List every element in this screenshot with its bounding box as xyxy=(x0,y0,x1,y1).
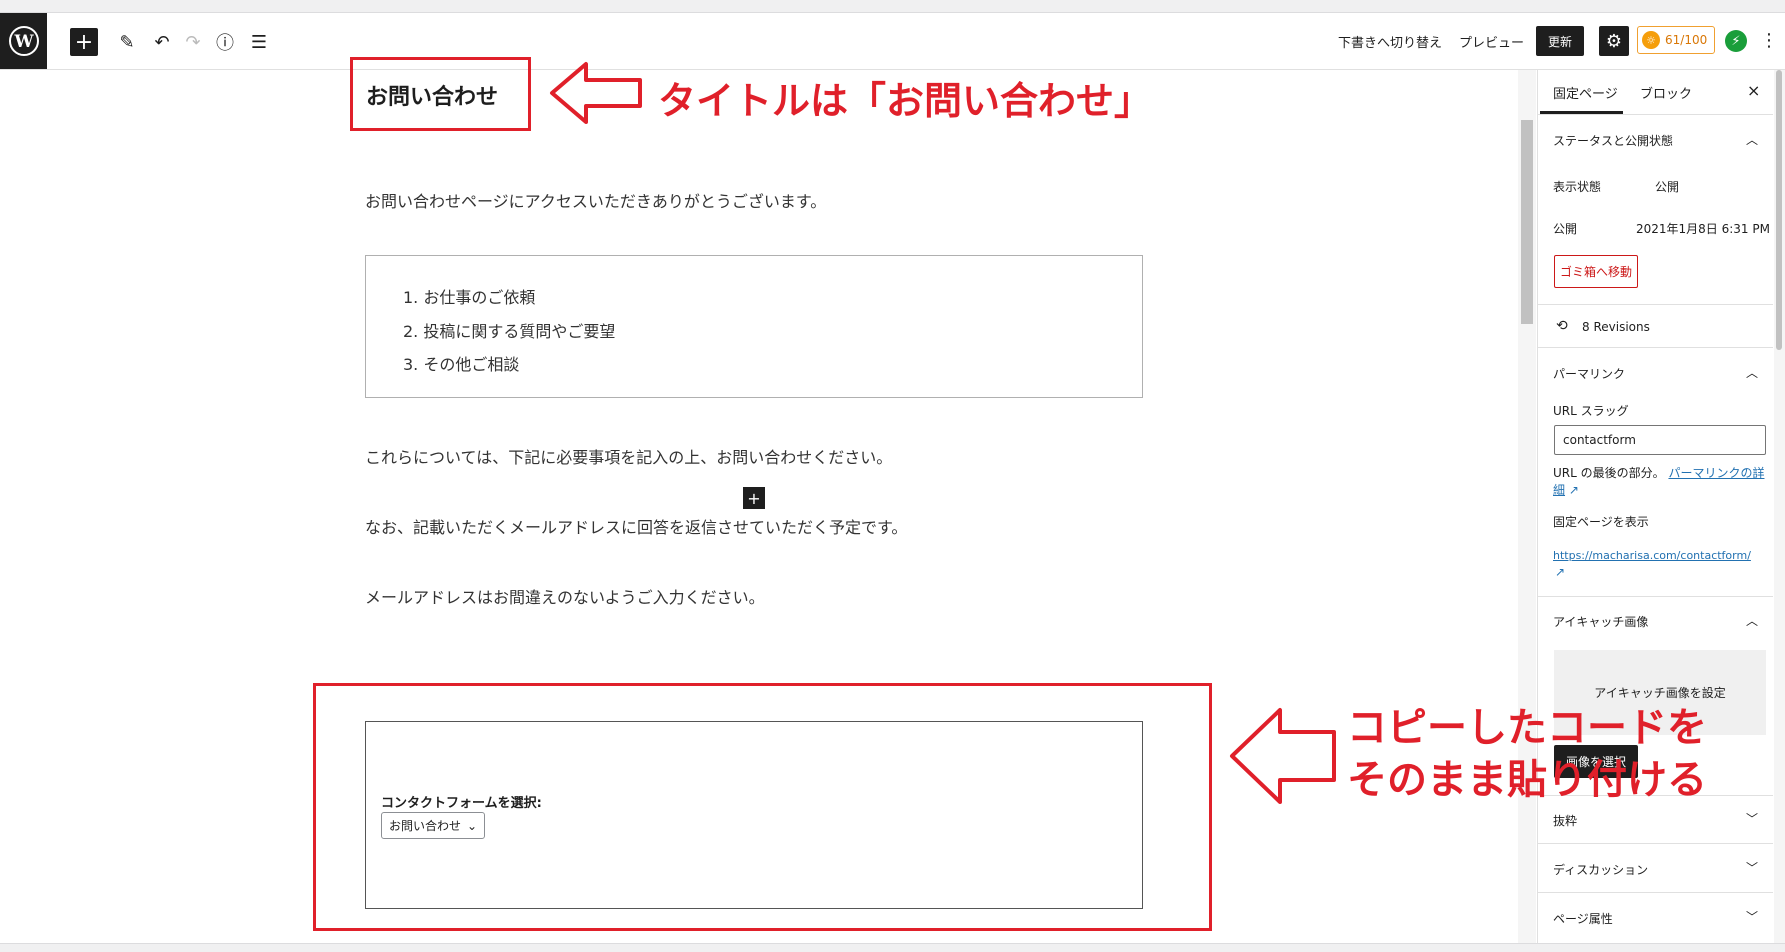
page-title[interactable]: お問い合わせ xyxy=(366,79,498,111)
discussion-panel-heading[interactable]: ディスカッション xyxy=(1553,861,1648,878)
seo-score-value: 61/100 xyxy=(1665,33,1708,47)
divider xyxy=(1537,843,1773,844)
redo-icon[interactable]: ↷ xyxy=(181,30,205,54)
list-number: 1. xyxy=(403,288,419,307)
contact-form-selected: お問い合わせ xyxy=(389,819,462,833)
chevron-up-icon[interactable]: ︿ xyxy=(1746,364,1758,381)
paragraph-2[interactable]: これらについては、下記に必要事項を記入の上、お問い合わせください。 xyxy=(365,444,892,468)
list-item[interactable]: 1. お仕事のご依頼 xyxy=(403,284,535,308)
revisions-link[interactable]: 8 Revisions xyxy=(1582,320,1650,334)
divider xyxy=(1537,347,1773,348)
list-number: 2. xyxy=(403,322,419,341)
editor-toolbar: W + ✎ ↶ ↷ ⓘ ☰ 下書きへ切り替え プレビュー 更新 ⚙ ☼ 61/1… xyxy=(0,13,1785,70)
url-slug-input[interactable]: contactform xyxy=(1554,425,1766,455)
intro-paragraph[interactable]: お問い合わせページにアクセスいただきありがとうございます。 xyxy=(365,188,826,212)
external-link-icon: ↗ xyxy=(1555,565,1566,579)
move-to-trash-button[interactable]: ゴミ箱へ移動 xyxy=(1554,255,1638,288)
code-annotation-line: コピーしたコードを xyxy=(1347,705,1707,751)
chevron-down-icon: ⌄ xyxy=(466,818,477,833)
tab-page[interactable]: 固定ページ xyxy=(1553,83,1618,102)
chevron-up-icon[interactable]: ︿ xyxy=(1746,612,1758,629)
code-annotation-line: そのまま貼り付ける xyxy=(1347,757,1707,803)
external-link-icon: ↗ xyxy=(1568,483,1579,497)
list-item-text: その他ご相談 xyxy=(423,355,520,374)
contact-form-select[interactable]: お問い合わせ ⌄ xyxy=(381,812,485,839)
update-button[interactable]: 更新 xyxy=(1536,26,1584,56)
info-icon[interactable]: ⓘ xyxy=(213,30,237,54)
wordpress-logo[interactable]: W xyxy=(0,13,47,69)
list-item[interactable]: 2. 投稿に関する質問やご要望 xyxy=(403,318,615,342)
list-view-icon[interactable]: ☰ xyxy=(247,30,271,54)
divider xyxy=(1537,114,1773,115)
switch-to-draft-button[interactable]: 下書きへ切り替え xyxy=(1338,32,1442,51)
more-options-icon[interactable]: ⋮ xyxy=(1760,30,1778,51)
inline-add-block-button[interactable]: + xyxy=(743,487,765,509)
chevron-down-icon[interactable]: ﹀ xyxy=(1746,908,1758,925)
sun-icon: ☼ xyxy=(1642,31,1660,49)
list-item-text: お仕事のご依頼 xyxy=(423,288,536,307)
pencil-icon[interactable]: ✎ xyxy=(115,30,139,54)
chevron-down-icon[interactable]: ﹀ xyxy=(1746,810,1758,827)
page-attributes-panel-heading[interactable]: ページ属性 xyxy=(1553,910,1613,927)
featured-image-panel-heading[interactable]: アイキャッチ画像 xyxy=(1553,613,1648,630)
publish-label: 公開 xyxy=(1553,222,1578,236)
url-slug-label: URL スラッグ xyxy=(1553,404,1629,418)
slug-help: URL の最後の部分。 xyxy=(1553,466,1665,480)
paragraph-3[interactable]: なお、記載いただくメールアドレスに回答を返信させていただく予定です。 xyxy=(365,514,907,538)
divider xyxy=(1537,304,1773,305)
preview-button[interactable]: プレビュー xyxy=(1459,32,1524,51)
sidebar-scrollbar-thumb[interactable] xyxy=(1776,70,1782,350)
permalink-panel-heading[interactable]: パーマリンク xyxy=(1553,365,1625,382)
visibility-label: 表示状態 xyxy=(1553,180,1602,194)
wordpress-icon: W xyxy=(8,26,39,56)
title-annotation-text: タイトルは「お問い合わせ」 xyxy=(658,79,1153,123)
chevron-down-icon[interactable]: ﹀ xyxy=(1746,859,1758,876)
history-icon: ⟲ xyxy=(1556,318,1568,334)
close-icon[interactable]: × xyxy=(1747,81,1760,100)
status-panel-heading[interactable]: ステータスと公開状態 xyxy=(1553,132,1673,149)
paragraph-4[interactable]: メールアドレスはお間違えのないようご入力ください。 xyxy=(365,584,765,608)
add-block-button[interactable]: + xyxy=(70,28,98,56)
settings-gear-icon[interactable]: ⚙ xyxy=(1599,26,1629,56)
bolt-icon[interactable]: ⚡ xyxy=(1725,30,1747,52)
tab-block[interactable]: ブロック xyxy=(1640,83,1692,102)
slug-help-text: URL の最後の部分。 パーマリンクの詳細 ↗ xyxy=(1553,465,1765,499)
divider xyxy=(1537,596,1773,597)
svg-text:W: W xyxy=(13,32,34,52)
publish-date[interactable]: 2021年1月8日 6:31 PM xyxy=(1636,220,1770,237)
divider xyxy=(1537,892,1773,893)
list-item[interactable]: 3. その他ご相談 xyxy=(403,351,519,375)
visibility-value[interactable]: 公開 xyxy=(1655,178,1679,195)
view-page-label: 固定ページを表示 xyxy=(1553,515,1649,529)
contact-form-label: コンタクトフォームを選択: xyxy=(381,796,542,811)
list-number: 3. xyxy=(403,355,419,374)
editor-scrollbar-thumb[interactable] xyxy=(1521,120,1533,324)
code-annotation-text: コピーしたコードを そのまま貼り付ける xyxy=(1347,702,1707,806)
arrow-left-annotation xyxy=(1230,708,1336,804)
undo-icon[interactable]: ↶ xyxy=(150,30,174,54)
page-url-link[interactable]: https://macharisa.com/contactform/ xyxy=(1553,549,1751,562)
chevron-up-icon[interactable]: ︿ xyxy=(1746,131,1758,148)
seo-score-button[interactable]: ☼ 61/100 xyxy=(1637,26,1715,54)
list-item-text: 投稿に関する質問やご要望 xyxy=(423,322,616,341)
arrow-left-annotation xyxy=(550,62,642,124)
browser-top-strip xyxy=(0,0,1785,13)
excerpt-panel-heading[interactable]: 抜粋 xyxy=(1553,812,1577,829)
